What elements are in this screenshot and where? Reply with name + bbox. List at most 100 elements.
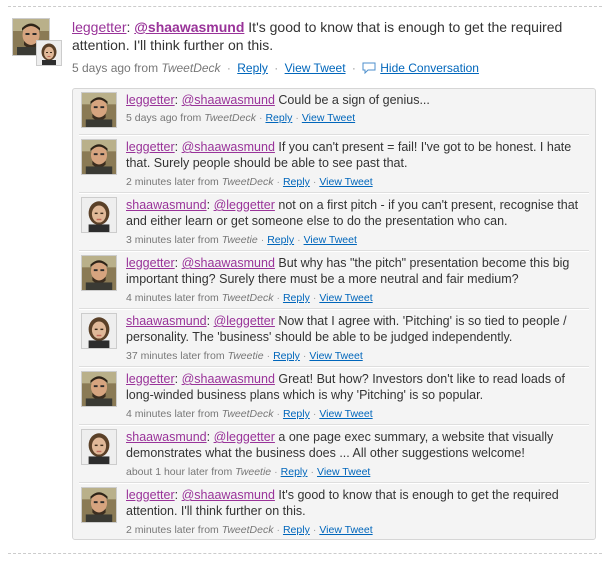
tweet-meta: 3 minutes later from Tweetie · Reply · View … <box>126 233 357 247</box>
source-label: TweetDeck <box>221 176 274 188</box>
timestamp: 4 minutes later <box>126 408 195 420</box>
view-tweet-link[interactable]: View Tweet <box>319 176 372 188</box>
mention-link[interactable]: @leggetter <box>214 198 275 212</box>
tweet-text: shaawasmund: @leggetter not on a first p… <box>126 198 579 228</box>
separator: · <box>258 112 263 124</box>
tweet-author-link[interactable]: shaawasmund <box>126 430 207 444</box>
leggetter-avatar[interactable] <box>81 92 117 128</box>
conversation-tweet: leggetter: @shaawasmund But why has "the… <box>73 252 595 310</box>
separator: · <box>312 176 317 188</box>
mention-link[interactable]: @shaawasmund <box>134 19 244 35</box>
bottom-divider <box>8 553 602 554</box>
conversation-icon[interactable] <box>362 62 376 75</box>
tweet-author-link[interactable]: shaawasmund <box>126 314 207 328</box>
tweet-meta: 2 minutes later from TweetDeck · Reply · Vie… <box>126 523 373 537</box>
leggetter-avatar[interactable] <box>81 487 117 523</box>
source-label: Tweetie <box>227 350 264 362</box>
separator: · <box>276 176 280 188</box>
shaawasmund-mini-avatar[interactable] <box>36 40 62 66</box>
leggetter-avatar[interactable] <box>81 255 117 291</box>
mention-link[interactable]: @shaawasmund <box>182 488 275 502</box>
source-label: Tweetie <box>235 466 272 478</box>
tweet-author-link[interactable]: leggetter <box>126 372 175 386</box>
tweet-meta: 4 minutes later from TweetDeck · Reply · Vie… <box>126 291 373 305</box>
from-label: from <box>197 408 219 420</box>
hide-conversation-link[interactable]: Hide Conversation <box>380 61 479 75</box>
reply-link[interactable]: Reply <box>283 408 310 420</box>
reply-link[interactable]: Reply <box>267 234 294 246</box>
reply-link[interactable]: Reply <box>281 466 308 478</box>
source-label: TweetDeck <box>161 61 221 75</box>
shaawasmund-avatar[interactable] <box>81 429 117 465</box>
tweet-text: leggetter: @shaawasmund Could be a sign … <box>126 93 430 107</box>
man-avatar-icon <box>82 372 116 406</box>
mention-link[interactable]: @leggetter <box>214 314 275 328</box>
conversation-tweet: shaawasmund: @leggetter a one page exec … <box>73 426 595 484</box>
shaawasmund-avatar[interactable] <box>81 313 117 349</box>
tweet-meta: about 1 hour later from Tweetie · Reply · Vi… <box>126 465 370 479</box>
separator: · <box>276 292 280 304</box>
separator: · <box>295 112 299 124</box>
man-avatar-icon <box>82 488 116 522</box>
woman-avatar-icon <box>82 314 116 348</box>
reply-link[interactable]: Reply <box>283 524 310 536</box>
from-label: from <box>180 112 202 124</box>
separator: · <box>312 292 317 304</box>
tweet-author-link[interactable]: shaawasmund <box>126 198 207 212</box>
separator: · <box>274 466 278 478</box>
view-tweet-link[interactable]: View Tweet <box>285 61 346 75</box>
separator: · <box>276 408 280 420</box>
view-tweet-link[interactable]: View Tweet <box>304 234 357 246</box>
separator: · <box>302 350 307 362</box>
from-label: from <box>197 292 219 304</box>
tweet-text: shaawasmund: @leggetter a one page exec … <box>126 430 554 460</box>
view-tweet-link[interactable]: View Tweet <box>317 466 370 478</box>
separator: · <box>274 61 279 75</box>
reply-link[interactable]: Reply <box>283 176 310 188</box>
separator: · <box>351 61 356 75</box>
source-label: TweetDeck <box>221 524 274 536</box>
tweet-author-link[interactable]: leggetter <box>126 488 175 502</box>
mention-link[interactable]: @shaawasmund <box>182 93 275 107</box>
timestamp: 5 days ago <box>126 112 178 124</box>
main-tweet-text: leggetter: @shaawasmund It's good to kno… <box>72 19 563 53</box>
view-tweet-link[interactable]: View Tweet <box>319 524 372 536</box>
reply-link[interactable]: Reply <box>283 292 310 304</box>
shaawasmund-avatar[interactable] <box>81 197 117 233</box>
separator: · <box>312 408 317 420</box>
tweet-text: leggetter: @shaawasmund If you can't pre… <box>126 140 572 170</box>
tweet-author-link[interactable]: leggetter <box>126 256 175 270</box>
reply-link[interactable]: Reply <box>265 112 292 124</box>
view-tweet-link[interactable]: View Tweet <box>302 112 355 124</box>
timestamp: 5 days ago <box>72 61 131 75</box>
leggetter-avatar[interactable] <box>81 371 117 407</box>
from-label: from <box>203 350 225 362</box>
tweet-author-link[interactable]: leggetter <box>72 19 126 35</box>
main-tweet-meta: 5 days ago from TweetDeck · Reply · View… <box>72 60 479 76</box>
tweet-author-link[interactable]: leggetter <box>126 140 175 154</box>
reply-link[interactable]: Reply <box>273 350 300 362</box>
source-label: TweetDeck <box>204 112 256 124</box>
mention-link[interactable]: @leggetter <box>214 430 275 444</box>
from-label: from <box>197 524 219 536</box>
view-tweet-link[interactable]: View Tweet <box>319 408 372 420</box>
reply-link[interactable]: Reply <box>237 61 268 75</box>
mention-link[interactable]: @shaawasmund <box>182 140 275 154</box>
conversation-tweet: leggetter: @shaawasmund Great! But how? … <box>73 368 595 426</box>
view-tweet-link[interactable]: View Tweet <box>319 292 372 304</box>
tweet-text: shaawasmund: @leggetter Now that I agree… <box>126 314 567 344</box>
view-tweet-link[interactable]: View Tweet <box>309 350 362 362</box>
mention-link[interactable]: @shaawasmund <box>182 372 275 386</box>
mention-link[interactable]: @shaawasmund <box>182 256 275 270</box>
timestamp: 2 minutes later <box>126 176 195 188</box>
timestamp: 37 minutes later <box>126 350 201 362</box>
source-label: TweetDeck <box>221 408 274 420</box>
tweet-author-link[interactable]: leggetter <box>126 93 175 107</box>
separator: · <box>312 524 317 536</box>
from-label: from <box>197 234 219 246</box>
from-label: from <box>211 466 233 478</box>
leggetter-avatar[interactable] <box>81 139 117 175</box>
source-label: TweetDeck <box>221 292 274 304</box>
woman-avatar-icon <box>82 430 116 464</box>
tweet-meta: 4 minutes later from TweetDeck · Reply · Vie… <box>126 407 373 421</box>
